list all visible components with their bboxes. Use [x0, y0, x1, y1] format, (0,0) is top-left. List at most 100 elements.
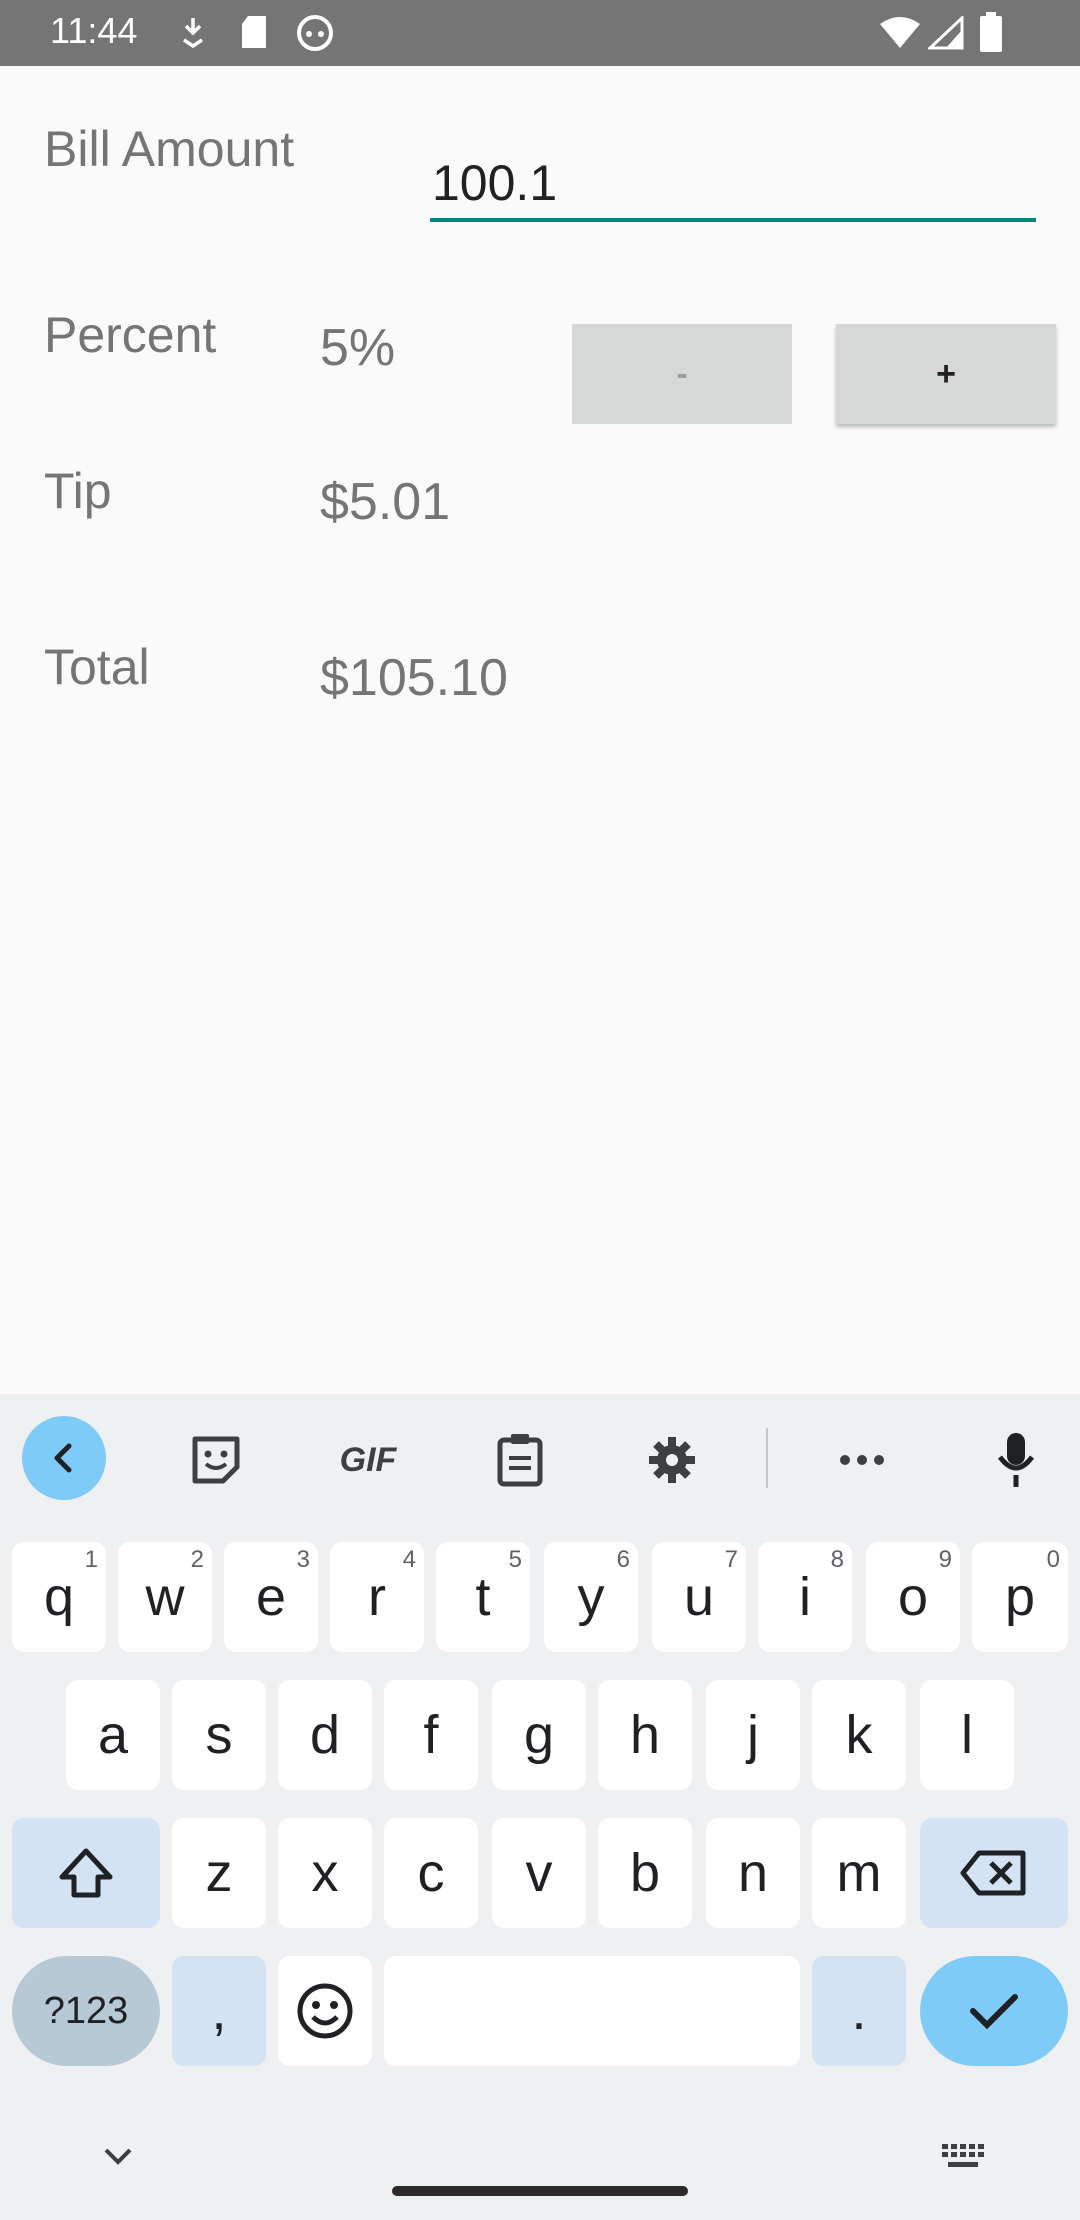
- enter-key[interactable]: [920, 1956, 1068, 2066]
- total-value: $105.10: [320, 649, 508, 707]
- decrease-percent-button[interactable]: -: [572, 324, 792, 424]
- key-x-label: x: [311, 1843, 339, 1903]
- key-k[interactable]: k: [812, 1680, 906, 1790]
- keyboard-icon: [942, 2144, 984, 2167]
- key-s[interactable]: s: [172, 1680, 266, 1790]
- key-c-label: c: [417, 1843, 445, 1903]
- key-p-hint: 0: [1046, 1546, 1060, 1573]
- percent-label: Percent: [44, 307, 217, 363]
- key-t[interactable]: t5: [436, 1542, 530, 1652]
- bill-amount-input[interactable]: [430, 140, 1036, 222]
- key-b[interactable]: b: [598, 1818, 692, 1928]
- key-d[interactable]: d: [278, 1680, 372, 1790]
- comma-key-label: ,: [211, 1981, 227, 2041]
- key-r-hint: 4: [402, 1546, 416, 1573]
- clipboard-icon: [497, 1434, 543, 1487]
- key-h[interactable]: h: [598, 1680, 692, 1790]
- key-m[interactable]: m: [812, 1818, 906, 1928]
- key-y-label: y: [577, 1567, 605, 1627]
- sticker-button[interactable]: [176, 1420, 256, 1500]
- key-r-label: r: [368, 1567, 386, 1627]
- gif-button[interactable]: GIF: [328, 1420, 408, 1500]
- comma-key[interactable]: ,: [172, 1956, 266, 2066]
- clipboard-button[interactable]: [480, 1420, 560, 1500]
- symbols-key[interactable]: ?123: [12, 1956, 160, 2066]
- key-l-label: l: [961, 1705, 973, 1765]
- key-o[interactable]: o9: [866, 1542, 960, 1652]
- key-h-label: h: [629, 1705, 661, 1765]
- key-q-label: q: [43, 1567, 75, 1627]
- gif-label: GIF: [339, 1440, 397, 1479]
- key-j[interactable]: j: [706, 1680, 800, 1790]
- key-f-label: f: [423, 1705, 439, 1765]
- key-a[interactable]: a: [66, 1680, 160, 1790]
- key-e[interactable]: e3: [224, 1542, 318, 1652]
- mic-icon: [997, 1433, 1035, 1487]
- increase-percent-button[interactable]: +: [836, 324, 1056, 424]
- chevron-down-icon: [104, 2148, 132, 2165]
- sticker-icon: [192, 1436, 240, 1484]
- tip-label: Tip: [44, 463, 112, 519]
- shift-icon: [59, 1848, 113, 1898]
- key-i[interactable]: i8: [758, 1542, 852, 1652]
- key-o-hint: 9: [938, 1546, 952, 1573]
- more-button[interactable]: [822, 1420, 902, 1500]
- space-key[interactable]: [384, 1956, 800, 2066]
- wifi-icon: [880, 17, 920, 48]
- tip-value: $5.01: [320, 473, 451, 531]
- key-z[interactable]: z: [172, 1818, 266, 1928]
- emoji-key[interactable]: [278, 1956, 372, 2066]
- key-x[interactable]: x: [278, 1818, 372, 1928]
- key-i-hint: 8: [830, 1546, 844, 1573]
- key-u-label: u: [683, 1567, 715, 1627]
- key-l[interactable]: l: [920, 1680, 1014, 1790]
- battery-icon: [980, 12, 1002, 52]
- key-m-label: m: [836, 1843, 882, 1903]
- toolbar-divider: [766, 1428, 768, 1488]
- key-v-label: v: [525, 1843, 553, 1903]
- key-r[interactable]: r4: [330, 1542, 424, 1652]
- home-indicator[interactable]: [392, 2186, 688, 2196]
- more-icon: [840, 1455, 884, 1465]
- signal-icon: [928, 16, 964, 50]
- checkmark-icon: [970, 1994, 1018, 2030]
- key-f[interactable]: f: [384, 1680, 478, 1790]
- key-y[interactable]: y6: [544, 1542, 638, 1652]
- key-c[interactable]: c: [384, 1818, 478, 1928]
- key-p[interactable]: p0: [972, 1542, 1068, 1652]
- keyboard-back-button[interactable]: [22, 1416, 106, 1500]
- shift-key[interactable]: [12, 1818, 160, 1928]
- key-u-hint: 7: [724, 1546, 738, 1573]
- key-q[interactable]: q1: [12, 1542, 106, 1652]
- total-label: Total: [44, 639, 150, 695]
- key-y-hint: 6: [616, 1546, 630, 1573]
- backspace-key[interactable]: [920, 1818, 1068, 1928]
- period-key[interactable]: .: [812, 1956, 906, 2066]
- backspace-icon: [960, 1850, 1026, 1896]
- chevron-left-icon: [54, 1443, 72, 1473]
- key-w[interactable]: w2: [118, 1542, 212, 1652]
- settings-button[interactable]: [632, 1420, 712, 1500]
- key-n[interactable]: n: [706, 1818, 800, 1928]
- hide-keyboard-button[interactable]: [98, 2136, 138, 2176]
- key-e-hint: 3: [296, 1546, 310, 1573]
- key-g[interactable]: g: [492, 1680, 586, 1790]
- key-j-label: j: [747, 1705, 759, 1765]
- gear-icon: [649, 1437, 695, 1483]
- sd-card-icon: [242, 16, 266, 48]
- status-bar: 11:44: [0, 0, 1080, 66]
- emoji-icon: [297, 1983, 353, 2039]
- mic-button[interactable]: [976, 1420, 1056, 1500]
- symbols-key-label: ?123: [43, 1989, 129, 2032]
- key-u[interactable]: u7: [652, 1542, 746, 1652]
- key-z-label: z: [205, 1843, 233, 1903]
- key-e-label: e: [255, 1567, 287, 1627]
- key-k-label: k: [845, 1705, 873, 1765]
- key-v[interactable]: v: [492, 1818, 586, 1928]
- bill-amount-label: Bill Amount: [44, 121, 295, 177]
- keyboard: [0, 1394, 1080, 2220]
- download-icon: [183, 18, 203, 49]
- switch-keyboard-button[interactable]: [938, 2136, 988, 2176]
- key-q-hint: 1: [84, 1546, 98, 1573]
- key-g-label: g: [523, 1705, 555, 1765]
